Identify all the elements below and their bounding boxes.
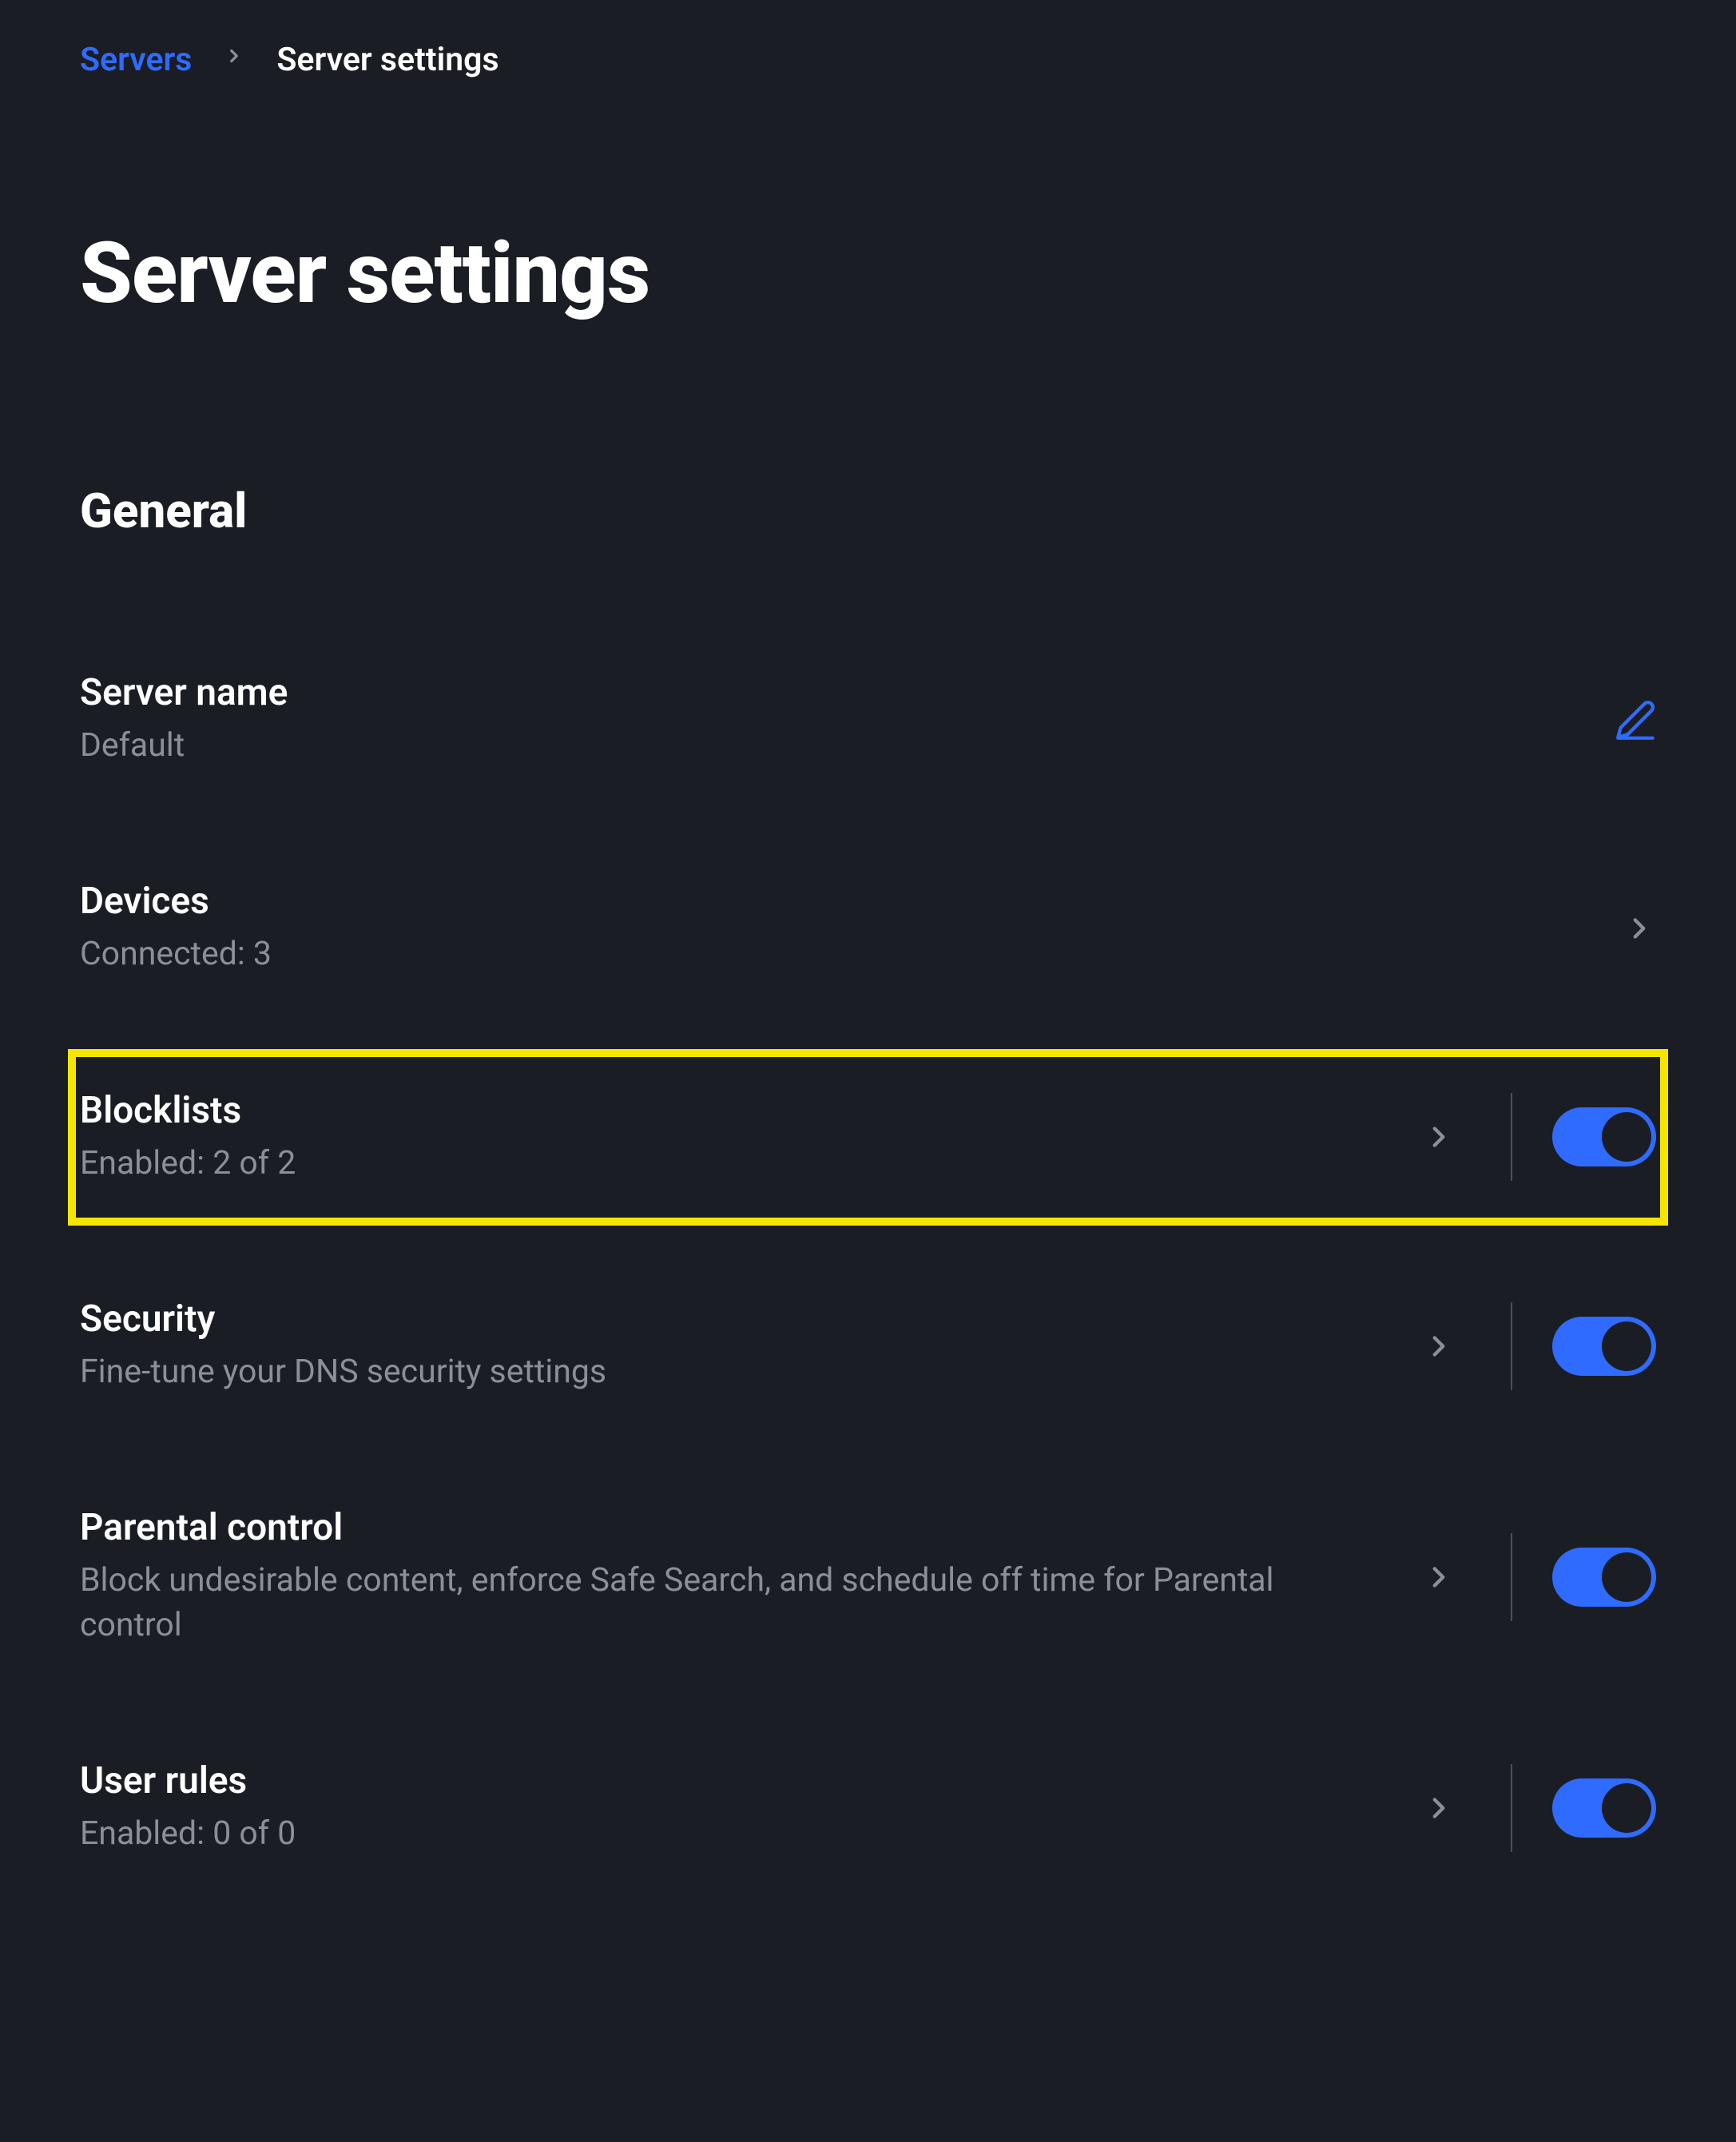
blocklists-label: Blocklists — [80, 1089, 1383, 1132]
parental-control-value: Block undesirable content, enforce Safe … — [80, 1559, 1383, 1647]
parental-control-label: Parental control — [80, 1506, 1383, 1549]
devices-label: Devices — [80, 880, 1591, 923]
chevron-right-icon — [1623, 912, 1656, 945]
row-body[interactable]: Blocklists Enabled: 2 of 2 — [80, 1089, 1383, 1186]
divider — [1511, 1764, 1512, 1852]
divider — [1511, 1533, 1512, 1621]
row-body[interactable]: User rules Enabled: 0 of 0 — [80, 1759, 1383, 1856]
devices-value: Connected: 3 — [80, 932, 1591, 976]
divider — [1511, 1093, 1512, 1181]
section-general-title: General — [80, 483, 1656, 539]
pencil-icon — [1615, 699, 1656, 741]
row-user-rules: User rules Enabled: 0 of 0 — [72, 1723, 1664, 1892]
chevron-right-icon — [224, 40, 244, 80]
row-blocklists: Blocklists Enabled: 2 of 2 — [72, 1053, 1664, 1222]
server-name-label: Server name — [80, 671, 1583, 714]
security-label: Security — [80, 1298, 1383, 1341]
security-nav[interactable] — [1415, 1329, 1463, 1363]
breadcrumb-current: Server settings — [276, 41, 499, 79]
user-rules-nav[interactable] — [1415, 1791, 1463, 1825]
chevron-right-icon — [1422, 1560, 1456, 1594]
parental-control-nav[interactable] — [1415, 1560, 1463, 1594]
row-devices[interactable]: Devices Connected: 3 — [72, 844, 1664, 1012]
row-parental-control: Parental control Block undesirable conte… — [72, 1470, 1664, 1683]
server-name-value: Default — [80, 724, 1583, 768]
user-rules-value: Enabled: 0 of 0 — [80, 1812, 1383, 1856]
row-body[interactable]: Security Fine-tune your DNS security set… — [80, 1298, 1383, 1394]
page-title: Server settings — [80, 224, 1656, 323]
row-server-name: Server name Default — [72, 635, 1664, 804]
parental-control-toggle[interactable] — [1552, 1548, 1656, 1607]
security-value: Fine-tune your DNS security settings — [80, 1350, 1383, 1394]
blocklists-toggle[interactable] — [1552, 1107, 1656, 1166]
row-security: Security Fine-tune your DNS security set… — [72, 1262, 1664, 1430]
row-body[interactable]: Parental control Block undesirable conte… — [80, 1506, 1383, 1647]
row-body: Server name Default — [80, 671, 1583, 768]
security-toggle[interactable] — [1552, 1317, 1656, 1376]
chevron-right-icon — [1422, 1120, 1456, 1154]
chevron-right-icon — [1422, 1791, 1456, 1825]
edit-server-name-button[interactable] — [1615, 699, 1656, 741]
blocklists-value: Enabled: 2 of 2 — [80, 1142, 1383, 1186]
chevron-right-icon — [1422, 1329, 1456, 1363]
user-rules-label: User rules — [80, 1759, 1383, 1802]
row-body: Devices Connected: 3 — [80, 880, 1591, 976]
breadcrumb: Servers Server settings — [80, 40, 1656, 80]
user-rules-toggle[interactable] — [1552, 1778, 1656, 1838]
divider — [1511, 1302, 1512, 1390]
blocklists-nav[interactable] — [1415, 1120, 1463, 1154]
breadcrumb-servers-link[interactable]: Servers — [80, 41, 192, 79]
